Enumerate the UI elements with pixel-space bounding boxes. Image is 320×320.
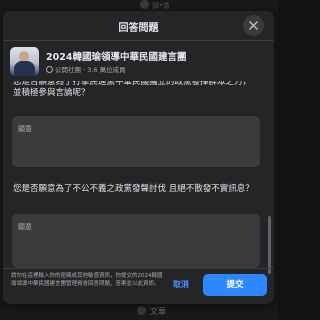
close-button[interactable] [243,15,264,36]
group-avatar [10,47,39,76]
submit-button[interactable]: 提交 [203,274,267,296]
answer-placeholder: 願意 [18,125,32,133]
group-meta: 公開社團 · 3.6 萬位成員 [46,64,126,74]
answer-questions-dialog: 回答問題 2024韓國瑜領導中華民國建言團 公開社團 · 3.6 萬位成員 您是… [3,11,274,304]
answer-field[interactable]: 願意 [12,214,260,268]
scrollbar-thumb[interactable] [268,216,271,274]
cancel-button[interactable]: 取消 [173,279,189,290]
background-avatar [137,306,146,315]
questions-scroll-area[interactable]: 您是否願意為了打擊民進黨中華民國獨立的政黨發揮群眾之力，並積極參與言論呢？ 願意… [3,81,274,268]
meta-separator: · [83,66,86,74]
answer-field[interactable]: 願意 [12,116,260,167]
background-text-top: 邱*清 [152,2,170,10]
group-name[interactable]: 2024韓國瑜領導中華民國建言團 [46,49,186,63]
dialog-footer: 請勿在這裡輸入你的密碼或其他敏感資訊，你提交的2024韓國瑜領導中華民國建言團管… [3,268,274,304]
dialog-header: 回答問題 [3,11,274,41]
globe-icon [46,66,53,73]
question-label: 您是否願意為了打擊民進黨中華民國獨立的政黨發揮群眾之力，並積極參與言論呢？ [13,81,252,98]
close-icon [249,21,258,30]
answer-placeholder: 願意 [18,223,32,231]
background-avatar [140,0,149,9]
dialog-title: 回答問題 [118,23,159,34]
background-text-bottom: 文華 [150,307,166,316]
group-info: 2024韓國瑜領導中華民國建言團 公開社團 · 3.6 萬位成員 [10,47,265,77]
group-privacy: 公開社團 [55,66,81,74]
group-members: 3.6 萬位成員 [87,66,126,74]
question-label: 您是否願意為了不公不義之政黨發聲討伐 且絕不散發不實訊息？ [13,184,254,194]
privacy-note: 請勿在這裡輸入你的密碼或其他敏感資訊，你提交的2024韓國瑜領導中華民國建言團管… [11,273,163,287]
